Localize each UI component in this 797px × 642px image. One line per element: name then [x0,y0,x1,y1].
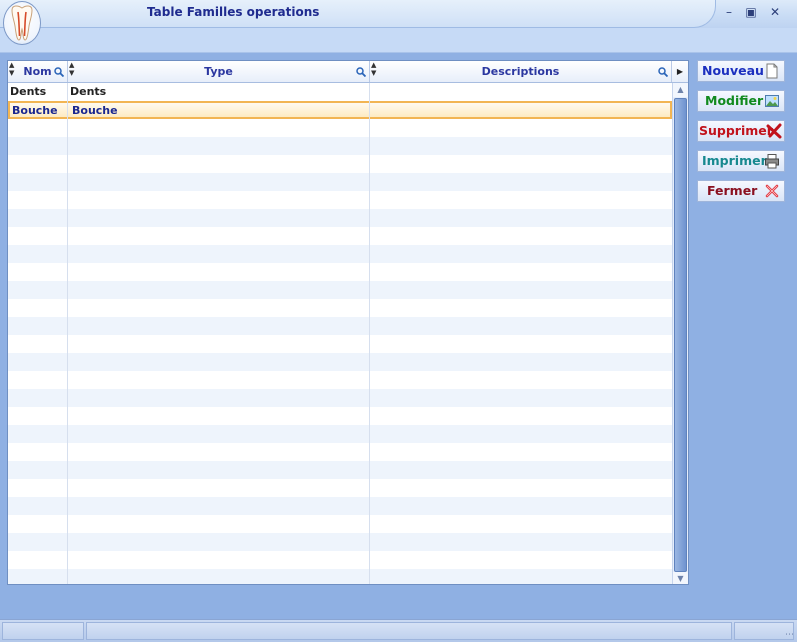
table-row[interactable] [8,371,672,389]
scroll-up-icon[interactable]: ▲ [673,83,688,97]
table-row[interactable] [8,335,672,353]
print-button-label: Imprimer [702,153,767,168]
status-segment [86,622,732,640]
column-label: Descriptions [481,65,560,78]
printer-icon [765,154,779,169]
scroll-down-icon[interactable]: ▼ [673,572,688,584]
column-divider [369,83,370,584]
title-bar-tab [0,0,716,28]
table-row[interactable] [8,389,672,407]
table-row[interactable] [8,569,672,584]
table-row[interactable] [8,443,672,461]
search-icon[interactable] [54,67,64,77]
print-button[interactable]: Imprimer [697,150,785,172]
sort-arrows-icon[interactable]: ▲ ▼ [9,61,14,77]
new-button-label: Nouveau [702,63,764,78]
vertical-scrollbar[interactable]: ▲ ▼ [672,83,688,584]
title-bar: Table Familles operations – ▣ ✕ [0,0,797,28]
table-row[interactable] [8,119,672,137]
table-row[interactable] [8,227,672,245]
toolbar-band [0,28,797,53]
table-row[interactable]: Bouche Bouche [8,101,672,119]
table-row[interactable] [8,173,672,191]
restore-icon[interactable]: ▣ [743,5,759,19]
column-divider [67,83,68,584]
cell-nom: Bouche [12,104,58,117]
table-row[interactable] [8,155,672,173]
column-header-type[interactable]: ▲ ▼ Type [68,61,370,82]
table-row[interactable] [8,497,672,515]
table-row[interactable] [8,281,672,299]
table-header: ▲ ▼ Nom ▲ ▼ Type ▲ ▼ Descriptions ▶ [8,61,688,83]
search-icon[interactable] [658,67,668,77]
column-label: Type [204,65,233,78]
table-row[interactable] [8,461,672,479]
table-row[interactable] [8,479,672,497]
table-row[interactable] [8,551,672,569]
delete-x-icon [766,123,782,139]
resize-grip-icon[interactable]: ⋯ [785,630,794,640]
column-header-descriptions[interactable]: ▲ ▼ Descriptions [370,61,672,82]
column-label: Nom [23,65,52,78]
table-row[interactable] [8,353,672,371]
table-row[interactable] [8,425,672,443]
column-header-nom[interactable]: ▲ ▼ Nom [8,61,68,82]
table-body: Dents Dents Bouche Bouche [8,83,672,584]
scroll-right-icon[interactable]: ▶ [672,61,688,82]
table-row[interactable] [8,245,672,263]
window-title: Table Familles operations [147,5,320,19]
tooth-logo-icon [3,1,41,45]
table-row[interactable] [8,515,672,533]
delete-button-label: Supprimer [699,123,773,138]
image-edit-icon [765,95,779,107]
sort-arrows-icon[interactable]: ▲ ▼ [371,61,376,77]
table-row[interactable] [8,407,672,425]
delete-button[interactable]: Supprimer [697,120,785,142]
new-document-icon [766,63,778,79]
table-row[interactable] [8,137,672,155]
minimize-icon[interactable]: – [721,5,737,19]
table-row[interactable] [8,533,672,551]
edit-button-label: Modifier [705,93,764,108]
table-row[interactable] [8,299,672,317]
edit-button[interactable]: Modifier [697,90,785,112]
cell-nom: Dents [10,85,47,98]
cell-description [370,83,672,101]
table-row[interactable] [8,317,672,335]
families-table[interactable]: ▲ ▼ Nom ▲ ▼ Type ▲ ▼ Descriptions ▶ Dents De… [7,60,689,585]
table-row[interactable] [8,209,672,227]
table-row[interactable] [8,191,672,209]
close-button-label: Fermer [707,183,758,198]
cell-type: Bouche [72,104,118,117]
close-icon[interactable]: ✕ [767,5,783,19]
table-row[interactable] [8,263,672,281]
cell-type: Dents [70,85,107,98]
status-bar: ⋯ [0,619,797,642]
search-icon[interactable] [356,67,366,77]
table-row[interactable]: Dents Dents [8,83,672,101]
status-segment [2,622,84,640]
close-button[interactable]: Fermer [697,180,785,202]
scrollbar-thumb[interactable] [674,98,687,572]
sort-arrows-icon[interactable]: ▲ ▼ [69,61,74,77]
close-x-icon [765,184,779,198]
cell-description [372,102,674,120]
new-button[interactable]: Nouveau [697,60,785,82]
